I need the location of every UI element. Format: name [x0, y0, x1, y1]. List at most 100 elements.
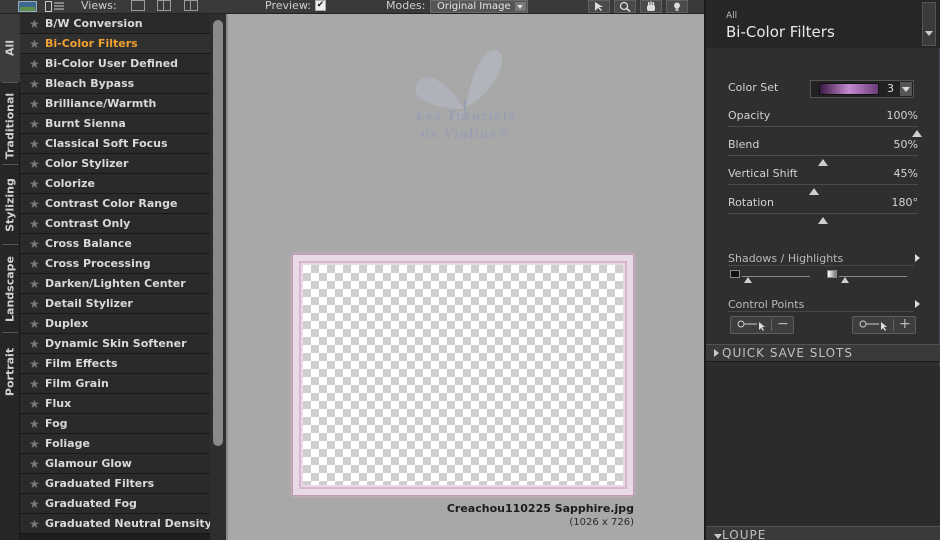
favorite-star-icon[interactable]: ★: [29, 414, 40, 434]
filter-item[interactable]: ★ Dynamic Skin Softener: [20, 334, 210, 354]
favorite-star-icon[interactable]: ★: [29, 294, 40, 314]
filter-item[interactable]: ★ Duplex: [20, 314, 210, 334]
shadows-slider[interactable]: [730, 270, 812, 283]
filter-item[interactable]: ★ Film Effects: [20, 354, 210, 374]
slider-handle[interactable]: [809, 188, 819, 195]
remove-control-point-button[interactable]: −: [730, 316, 794, 334]
filter-item[interactable]: ★ Detail Stylizer: [20, 294, 210, 314]
slider-track[interactable]: [728, 213, 918, 214]
favorite-star-icon[interactable]: ★: [29, 94, 40, 114]
loupe-bar[interactable]: LOUPE: [706, 526, 940, 540]
slider-track[interactable]: [728, 155, 918, 156]
filter-item-label: Dynamic Skin Softener: [45, 337, 187, 350]
filter-item[interactable]: ★ Classical Soft Focus: [20, 134, 210, 154]
filter-item[interactable]: ★ Film Grain: [20, 374, 210, 394]
favorite-star-icon[interactable]: ★: [29, 434, 40, 454]
favorite-star-icon[interactable]: ★: [29, 394, 40, 414]
preview-canvas[interactable]: Les Tutoriels de Violine© Creachou110225…: [226, 14, 704, 540]
favorite-star-icon[interactable]: ★: [29, 154, 40, 174]
split-view-button[interactable]: [157, 0, 171, 11]
favorite-star-icon[interactable]: ★: [29, 374, 40, 394]
side-by-side-view-button[interactable]: [184, 0, 198, 11]
filter-item[interactable]: ★ Colorize: [20, 174, 210, 194]
favorite-star-icon[interactable]: ★: [29, 354, 40, 374]
favorite-star-icon[interactable]: ★: [29, 454, 40, 474]
slider-track[interactable]: [728, 184, 918, 185]
filter-item[interactable]: ★ Cross Balance: [20, 234, 210, 254]
image-view-icon[interactable]: [18, 1, 38, 12]
tab-traditional[interactable]: Traditional: [0, 84, 20, 168]
favorite-star-icon[interactable]: ★: [29, 54, 40, 74]
single-view-button[interactable]: [131, 0, 145, 11]
filter-item[interactable]: ★ Bi-Color User Defined: [20, 54, 210, 74]
favorite-star-icon[interactable]: ★: [29, 274, 40, 294]
slider-opacity[interactable]: Opacity 100%: [728, 109, 922, 137]
slider-handle[interactable]: [818, 217, 828, 224]
favorite-star-icon[interactable]: ★: [29, 494, 40, 514]
control-point-tool-button[interactable]: [666, 0, 688, 13]
filter-menu-dropdown[interactable]: [922, 2, 936, 46]
filter-item[interactable]: ★ Brilliance/Warmth: [20, 94, 210, 114]
scrollbar-thumb[interactable]: [213, 20, 223, 446]
filter-item-label: Contrast Color Range: [45, 197, 178, 210]
tab-portrait[interactable]: Portrait: [0, 332, 20, 412]
favorite-star-icon[interactable]: ★: [29, 234, 40, 254]
filter-item[interactable]: ★ Cross Processing: [20, 254, 210, 274]
favorite-star-icon[interactable]: ★: [29, 254, 40, 274]
filter-item[interactable]: ★ Fog: [20, 414, 210, 434]
slider-handle[interactable]: [841, 277, 849, 283]
control-points-header[interactable]: Control Points: [728, 298, 920, 312]
list-view-icon[interactable]: [45, 1, 65, 12]
filter-item[interactable]: ★ Graduated Fog: [20, 494, 210, 514]
filter-item[interactable]: ★ Darken/Lighten Center: [20, 274, 210, 294]
filter-item[interactable]: ★ Foliage: [20, 434, 210, 454]
favorite-star-icon[interactable]: ★: [29, 514, 40, 534]
pointer-tool-button[interactable]: [588, 0, 610, 13]
favorite-star-icon[interactable]: ★: [29, 214, 40, 234]
slider-blend[interactable]: Blend 50%: [728, 138, 918, 166]
favorite-star-icon[interactable]: ★: [29, 74, 40, 94]
expand-arrow-icon[interactable]: [915, 254, 920, 262]
filter-item[interactable]: ★ B/W Conversion: [20, 14, 210, 34]
modes-select[interactable]: Original Image: [430, 0, 528, 13]
color-set-select[interactable]: 3: [810, 80, 914, 98]
favorite-star-icon[interactable]: ★: [29, 334, 40, 354]
filter-item[interactable]: ★ Graduated Neutral Density: [20, 514, 210, 534]
add-control-point-button[interactable]: +: [852, 316, 916, 334]
filter-item[interactable]: ★ Bleach Bypass: [20, 74, 210, 94]
filter-item[interactable]: ★ Graduated Filters: [20, 474, 210, 494]
hand-tool-button[interactable]: [640, 0, 662, 13]
favorite-star-icon[interactable]: ★: [29, 34, 40, 54]
expand-arrow-icon[interactable]: [915, 300, 920, 308]
slider-rotation[interactable]: Rotation 180°: [728, 196, 918, 224]
shadows-highlights-header[interactable]: Shadows / Highlights: [728, 252, 920, 266]
favorite-star-icon[interactable]: ★: [29, 194, 40, 214]
filter-item[interactable]: ★ Glamour Glow: [20, 454, 210, 474]
tab-all[interactable]: All: [0, 14, 20, 82]
slider-vertical-shift[interactable]: Vertical Shift 45%: [728, 167, 918, 195]
favorite-star-icon[interactable]: ★: [29, 114, 40, 134]
image-dimensions: (1026 x 726): [569, 517, 634, 528]
slider-handle[interactable]: [912, 130, 922, 137]
tab-stylizing[interactable]: Stylizing: [0, 164, 20, 246]
filter-item[interactable]: ★ Contrast Color Range: [20, 194, 210, 214]
favorite-star-icon[interactable]: ★: [29, 314, 40, 334]
favorite-star-icon[interactable]: ★: [29, 174, 40, 194]
quick-save-slots-bar[interactable]: QUICK SAVE SLOTS: [706, 344, 940, 362]
filter-item[interactable]: ★ Color Stylizer: [20, 154, 210, 174]
filter-item[interactable]: ★ Contrast Only: [20, 214, 210, 234]
favorite-star-icon[interactable]: ★: [29, 134, 40, 154]
slider-track[interactable]: [728, 126, 918, 127]
filter-item[interactable]: ★ Bi-Color Filters: [20, 34, 210, 54]
favorite-star-icon[interactable]: ★: [29, 474, 40, 494]
zoom-tool-button[interactable]: [614, 0, 636, 13]
favorite-star-icon[interactable]: ★: [29, 14, 40, 34]
slider-handle[interactable]: [818, 159, 828, 166]
filter-list-scrollbar[interactable]: [210, 14, 226, 540]
tab-landscape[interactable]: Landscape: [0, 244, 20, 334]
filter-item[interactable]: ★ Burnt Sienna: [20, 114, 210, 134]
slider-handle[interactable]: [744, 277, 752, 283]
preview-checkbox[interactable]: ✔: [315, 0, 326, 11]
highlights-slider[interactable]: [827, 270, 909, 283]
filter-item[interactable]: ★ Flux: [20, 394, 210, 414]
